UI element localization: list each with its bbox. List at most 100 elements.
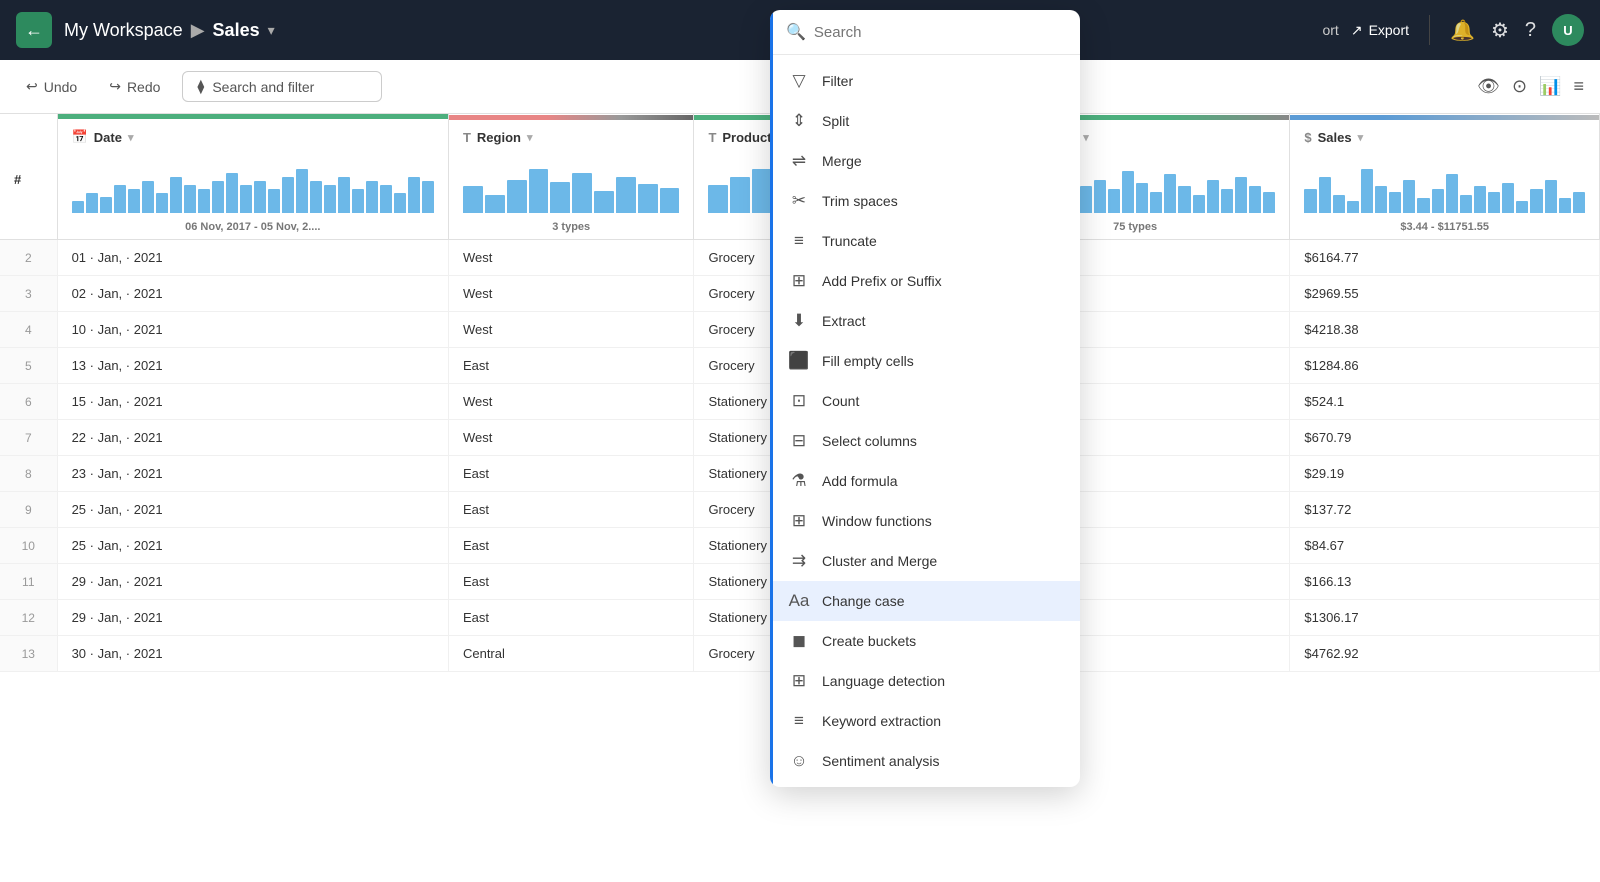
filter-label: Filter <box>822 73 853 89</box>
window-label: Window functions <box>822 513 932 529</box>
row-num-cell: 8 <box>0 456 57 492</box>
col-date-header[interactable]: 📅 Date ▾ 06 Nov, 2017 - 05 Nov, 2.... <box>57 114 448 240</box>
menu-item-window[interactable]: ⊞ Window functions <box>770 501 1080 541</box>
menu-item-truncate[interactable]: ≡ Truncate <box>770 221 1080 261</box>
date-cell: 29 · Jan, · 2021 <box>57 600 448 636</box>
toolbar-view-icons: 👁 ⊙ 📊 ≡ <box>1477 76 1584 97</box>
help-icon[interactable]: ? <box>1525 19 1536 42</box>
menu-item-cluster[interactable]: ⇉ Cluster and Merge <box>770 541 1080 581</box>
col-region-header[interactable]: T Region ▾ 3 types <box>448 114 693 240</box>
search-filter-label: Search and filter <box>212 79 314 95</box>
region-type-icon: T <box>463 130 471 145</box>
date-cell: 10 · Jan, · 2021 <box>57 312 448 348</box>
menu-item-select_cols[interactable]: ⊟ Select columns <box>770 421 1080 461</box>
date-cell: 30 · Jan, · 2021 <box>57 636 448 672</box>
undo-button[interactable]: ↩ Undo <box>16 72 87 101</box>
region-cell: West <box>448 420 693 456</box>
row-num-cell: 11 <box>0 564 57 600</box>
date-stat-label: 06 Nov, 2017 - 05 Nov, 2.... <box>58 221 448 239</box>
export-button[interactable]: ↗ Export <box>1351 22 1409 39</box>
avatar[interactable]: U <box>1552 14 1584 46</box>
menu-item-trim[interactable]: ✂ Trim spaces <box>770 181 1080 221</box>
fill-icon: ⬛ <box>788 351 810 371</box>
select_cols-icon: ⊟ <box>788 431 810 451</box>
chart-icon[interactable]: 📊 <box>1539 76 1561 97</box>
import-label: ort <box>1322 22 1338 38</box>
region-cell: East <box>448 348 693 384</box>
menu-items-list: ▽ Filter ⇕ Split ⇌ Merge ✂ Trim spaces ≡… <box>770 55 1080 787</box>
region-sort-arrow: ▾ <box>527 131 533 144</box>
date-cell: 25 · Jan, · 2021 <box>57 492 448 528</box>
row-num-cell: 5 <box>0 348 57 384</box>
fill-label: Fill empty cells <box>822 353 914 369</box>
extract-label: Extract <box>822 313 866 329</box>
row-num-cell: 10 <box>0 528 57 564</box>
workspace-label: My Workspace <box>64 20 183 41</box>
menu-item-split[interactable]: ⇕ Split <box>770 101 1080 141</box>
region-cell: West <box>448 312 693 348</box>
menu-item-keyword[interactable]: ≡ Keyword extraction <box>770 701 1080 741</box>
sentiment-label: Sentiment analysis <box>822 753 940 769</box>
count-icon: ⊡ <box>788 391 810 411</box>
menu-item-buckets[interactable]: ◼ Create buckets <box>770 621 1080 661</box>
menu-item-sentiment[interactable]: ☺ Sentiment analysis <box>770 741 1080 781</box>
breadcrumb-separator: ▶ <box>191 20 205 41</box>
search-input[interactable] <box>814 24 1064 41</box>
export-icon: ↗ <box>1351 22 1363 39</box>
sales-col-label: Sales <box>1318 130 1352 145</box>
region-cell: East <box>448 492 693 528</box>
back-button[interactable]: ← <box>16 12 52 48</box>
filter-icon: ▽ <box>788 71 810 91</box>
row-num-cell: 12 <box>0 600 57 636</box>
sales-cell: $524.1 <box>1290 384 1600 420</box>
sales-cell: $1284.86 <box>1290 348 1600 384</box>
notification-icon[interactable]: 🔔 <box>1450 18 1475 43</box>
menu-item-filter[interactable]: ▽ Filter <box>770 61 1080 101</box>
list-icon[interactable]: ≡ <box>1573 76 1584 97</box>
trim-label: Trim spaces <box>822 193 898 209</box>
keyword-icon: ≡ <box>788 711 810 731</box>
menu-item-language[interactable]: ⊞ Language detection <box>770 661 1080 701</box>
date-sort-arrow: ▾ <box>128 131 134 144</box>
col-rownum-header: # <box>0 114 57 240</box>
sales-type-icon: $ <box>1304 130 1311 145</box>
sales-cell: $29.19 <box>1290 456 1600 492</box>
sales-cell: $1306.17 <box>1290 600 1600 636</box>
redo-button[interactable]: ↪ Redo <box>99 72 170 101</box>
menu-item-change_case[interactable]: Aa Change case <box>770 581 1080 621</box>
eye-icon[interactable]: 👁 <box>1477 76 1500 97</box>
sales-cell: $84.67 <box>1290 528 1600 564</box>
page-dropdown-arrow[interactable]: ▾ <box>268 22 275 39</box>
menu-item-merge[interactable]: ⇌ Merge <box>770 141 1080 181</box>
extract-icon: ⬇ <box>788 311 810 331</box>
region-cell: East <box>448 564 693 600</box>
rownum-label: # <box>14 172 21 187</box>
truncate-label: Truncate <box>822 233 877 249</box>
menu-item-count[interactable]: ⊡ Count <box>770 381 1080 421</box>
date-cell: 13 · Jan, · 2021 <box>57 348 448 384</box>
menu-item-extract[interactable]: ⬇ Extract <box>770 301 1080 341</box>
region-cell: Central <box>448 636 693 672</box>
region-cell: West <box>448 240 693 276</box>
region-cell: West <box>448 384 693 420</box>
col-sales-header[interactable]: $ Sales ▾ $3.44 - $11751.55 <box>1290 114 1600 240</box>
menu-item-formula[interactable]: ⚗ Add formula <box>770 461 1080 501</box>
search-box: 🔍 <box>770 10 1080 55</box>
search-filter-button[interactable]: ⧫ Search and filter <box>182 71 382 102</box>
region-stat-label: 3 types <box>449 221 693 239</box>
row-num-cell: 6 <box>0 384 57 420</box>
sentiment-icon: ☺ <box>788 751 810 771</box>
settings-icon[interactable]: ⚙ <box>1491 18 1509 43</box>
change_case-label: Change case <box>822 593 905 609</box>
sales-cell: $166.13 <box>1290 564 1600 600</box>
sales-sort-arrow: ▾ <box>1358 131 1364 144</box>
row-num-cell: 13 <box>0 636 57 672</box>
target-icon[interactable]: ⊙ <box>1512 76 1527 97</box>
menu-item-prefix[interactable]: ⊞ Add Prefix or Suffix <box>770 261 1080 301</box>
region-cell: East <box>448 600 693 636</box>
date-cell: 22 · Jan, · 2021 <box>57 420 448 456</box>
buckets-icon: ◼ <box>788 631 810 651</box>
region-cell: West <box>448 276 693 312</box>
buckets-label: Create buckets <box>822 633 916 649</box>
menu-item-fill[interactable]: ⬛ Fill empty cells <box>770 341 1080 381</box>
